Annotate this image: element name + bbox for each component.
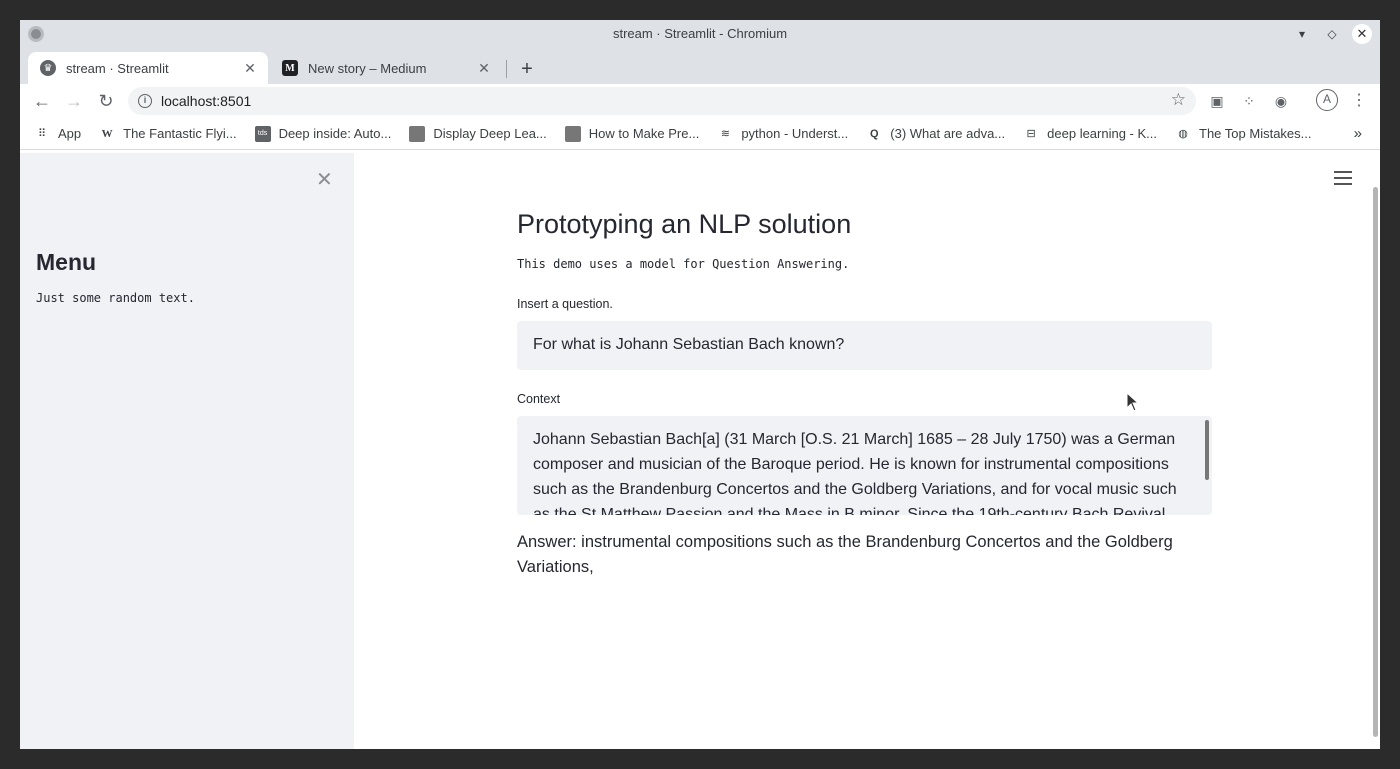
bookmark-label: Deep inside: Auto... bbox=[278, 126, 392, 141]
medium-icon: M bbox=[282, 60, 298, 76]
bookmark-label: App bbox=[58, 126, 82, 141]
bookmark-item[interactable]: Q (3) What are adva... bbox=[866, 126, 1005, 142]
back-icon[interactable]: ← bbox=[30, 89, 54, 113]
tab-title: New story – Medium bbox=[308, 60, 427, 76]
image-icon bbox=[409, 125, 426, 142]
address-bar[interactable]: i localhost:8501 ☆ bbox=[128, 87, 1196, 115]
profile-avatar[interactable]: A bbox=[1316, 89, 1338, 111]
bookmark-star-icon[interactable]: ☆ bbox=[1171, 90, 1186, 110]
stackoverflow-icon: ≋ bbox=[720, 128, 730, 140]
bookmark-item[interactable]: tds Deep inside: Auto... bbox=[254, 125, 392, 142]
apps-grid-icon: ⠿ bbox=[37, 128, 47, 140]
extension-robot-icon[interactable]: ◉ bbox=[1270, 90, 1292, 112]
quora-icon: Q bbox=[869, 127, 879, 140]
forward-icon[interactable]: → bbox=[62, 89, 86, 113]
bookmark-label: python - Underst... bbox=[741, 126, 849, 141]
question-input[interactable]: For what is Johann Sebastian Bach known? bbox=[517, 321, 1212, 370]
bookmark-item[interactable]: W The Fantastic Flyi... bbox=[99, 126, 237, 142]
tab-separator bbox=[506, 60, 507, 78]
context-text: Johann Sebastian Bach[a] (31 March [O.S.… bbox=[533, 431, 1177, 515]
globe-icon: ◍ bbox=[1178, 128, 1188, 140]
close-tab-icon[interactable]: ✕ bbox=[240, 60, 260, 77]
tab-medium[interactable]: M New story – Medium ✕ bbox=[270, 52, 502, 84]
maximize-icon[interactable]: ◇ bbox=[1322, 24, 1342, 44]
tab-title: stream · Streamlit bbox=[66, 60, 169, 76]
page-scrollbar[interactable] bbox=[1373, 187, 1378, 737]
close-window-icon[interactable]: ✕ bbox=[1352, 24, 1372, 44]
minimize-icon[interactable]: ▾ bbox=[1292, 24, 1312, 44]
hamburger-menu-icon[interactable] bbox=[1334, 171, 1352, 189]
main-content: Prototyping an NLP solution This demo us… bbox=[354, 153, 1380, 749]
close-tab-icon[interactable]: ✕ bbox=[474, 60, 494, 77]
extension-cast-icon[interactable]: ⁘ bbox=[1238, 90, 1260, 112]
answer-text: Answer: instrumental compositions such a… bbox=[517, 533, 1173, 576]
wikipedia-icon: W bbox=[101, 127, 113, 140]
bookmark-item[interactable]: ≋ python - Underst... bbox=[717, 126, 849, 142]
sidebar-title: Menu bbox=[36, 249, 97, 275]
info-icon[interactable]: i bbox=[138, 94, 152, 108]
page-title: Prototyping an NLP solution bbox=[517, 209, 852, 239]
title-bar: stream · Streamlit - Chromium ▾ ◇ ✕ bbox=[20, 20, 1380, 48]
sidebar: ✕ Menu Just some random text. bbox=[20, 153, 354, 749]
context-textarea[interactable]: Johann Sebastian Bach[a] (31 March [O.S.… bbox=[517, 416, 1212, 515]
bookmark-item[interactable]: How to Make Pre... bbox=[564, 125, 700, 142]
tab-strip: ♛ stream · Streamlit ✕ M New story – Med… bbox=[20, 48, 1380, 84]
browser-toolbar: ← → ↻ i localhost:8501 ☆ ▣ ⁘ ◉ A ⋮ bbox=[20, 84, 1380, 118]
bookmark-label: (3) What are adva... bbox=[890, 126, 1006, 141]
bookmark-item[interactable]: ⊟ deep learning - K... bbox=[1023, 126, 1157, 142]
sidebar-text: Just some random text. bbox=[36, 291, 195, 305]
bookmark-item[interactable]: ◍ The Top Mistakes... bbox=[1175, 126, 1311, 142]
bookmark-label: Display Deep Lea... bbox=[433, 126, 547, 141]
extension-save-icon[interactable]: ▣ bbox=[1206, 90, 1228, 112]
window-title: stream · Streamlit - Chromium bbox=[612, 26, 788, 41]
tds-icon: tds bbox=[254, 125, 271, 142]
tab-streamlit[interactable]: ♛ stream · Streamlit ✕ bbox=[28, 52, 268, 84]
url-text[interactable]: localhost:8501 bbox=[161, 93, 251, 109]
bookmarks-bar: ⠿ App W The Fantastic Flyi... tds Deep i… bbox=[20, 118, 1380, 150]
bookmark-apps[interactable]: ⠿ App bbox=[34, 126, 81, 142]
streamlit-icon: ♛ bbox=[40, 60, 56, 76]
close-sidebar-icon[interactable]: ✕ bbox=[316, 167, 333, 192]
more-bookmarks-icon[interactable]: » bbox=[1354, 125, 1362, 142]
bookmark-label: How to Make Pre... bbox=[588, 126, 700, 141]
bookmark-label: The Top Mistakes... bbox=[1199, 126, 1312, 141]
page-subtitle: This demo uses a model for Question Answ… bbox=[517, 257, 850, 271]
streamlit-page: ✕ Menu Just some random text. Prototypin… bbox=[20, 153, 1380, 749]
question-label: Insert a question. bbox=[517, 297, 613, 311]
context-label: Context bbox=[517, 392, 561, 406]
bookmark-item[interactable]: Display Deep Lea... bbox=[409, 125, 547, 142]
stackexchange-icon: ⊟ bbox=[1026, 128, 1036, 140]
new-tab-icon[interactable]: + bbox=[514, 56, 540, 82]
browser-window: stream · Streamlit - Chromium ▾ ◇ ✕ ♛ st… bbox=[20, 20, 1380, 749]
bookmark-label: deep learning - K... bbox=[1047, 126, 1158, 141]
textarea-scrollbar[interactable] bbox=[1205, 420, 1209, 480]
kebab-menu-icon[interactable]: ⋮ bbox=[1348, 90, 1370, 112]
image-icon bbox=[564, 125, 581, 142]
bookmark-label: The Fantastic Flyi... bbox=[123, 126, 237, 141]
reload-icon[interactable]: ↻ bbox=[94, 89, 118, 113]
mouse-cursor-icon bbox=[1126, 392, 1138, 412]
